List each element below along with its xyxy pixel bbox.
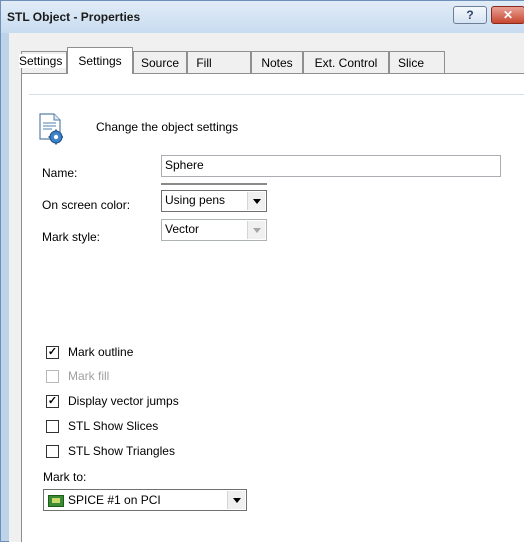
mark-style-value: Vector xyxy=(165,222,200,236)
stl-show-triangles-checkbox-row[interactable]: STL Show Triangles xyxy=(46,443,175,459)
screen-color-value: Using pens xyxy=(165,193,226,207)
stl-show-slices-checkbox[interactable] xyxy=(46,419,59,433)
screen-color-label: On screen color: xyxy=(42,198,131,212)
name-label: Name: xyxy=(42,166,78,180)
chevron-down-icon[interactable] xyxy=(227,491,245,509)
mark-fill-checkbox[interactable] xyxy=(46,369,59,383)
mark-outline-label: Mark outline xyxy=(68,345,134,359)
window-title: STL Object - Properties xyxy=(7,10,141,24)
stl-show-triangles-label: STL Show Triangles xyxy=(68,444,175,458)
name-input[interactable]: Sphere xyxy=(161,155,501,177)
tab-slice-label: Slice xyxy=(397,55,424,70)
mark-style-label: Mark style: xyxy=(42,230,101,244)
display-vector-jumps-label: Display vector jumps xyxy=(68,394,179,408)
stl-show-slices-checkbox-row[interactable]: STL Show Slices xyxy=(46,418,158,434)
chevron-down-icon[interactable] xyxy=(247,221,265,239)
pci-card-icon xyxy=(48,494,64,507)
document-settings-icon xyxy=(39,113,63,145)
mark-outline-checkbox[interactable]: ✓ xyxy=(46,345,59,359)
stl-show-slices-label: STL Show Slices xyxy=(68,419,159,433)
title-bar[interactable]: STL Object - Properties ? ✕ xyxy=(1,1,524,33)
help-button[interactable]: ? xyxy=(453,6,487,24)
mark-fill-label: Mark fill xyxy=(68,369,110,383)
settings-tab-panel xyxy=(21,73,524,542)
screen-color-divider xyxy=(161,183,267,185)
tab-slice[interactable]: Slice xyxy=(389,51,445,73)
close-button[interactable]: ✕ xyxy=(491,6,524,24)
screen-color-select[interactable]: Using pens xyxy=(161,190,267,212)
mark-to-label: Mark to: xyxy=(43,470,87,484)
mark-style-select[interactable]: Vector xyxy=(161,219,267,241)
properties-window: STL Object - Properties ? ✕ Profile Sett… xyxy=(0,0,524,542)
stl-show-triangles-checkbox[interactable] xyxy=(46,444,59,458)
dialog-client-area: Profile Settings Source Fill Notes Ext. … xyxy=(9,33,524,542)
mark-to-select[interactable]: SPICE #1 on PCI xyxy=(43,489,247,511)
tab-fill-label: Fill xyxy=(196,55,212,70)
display-vector-jumps-checkbox[interactable]: ✓ xyxy=(46,394,59,408)
tab-notes[interactable]: Notes xyxy=(251,51,303,73)
mark-to-value: SPICE #1 on PCI xyxy=(68,493,161,507)
tab-fill[interactable]: Fill xyxy=(187,51,251,73)
tab-ext-control[interactable]: Ext. Control xyxy=(303,51,389,73)
chevron-down-icon[interactable] xyxy=(247,192,265,210)
mark-fill-checkbox-row[interactable]: Mark fill xyxy=(46,368,109,384)
mark-to-value-wrap: SPICE #1 on PCI xyxy=(48,493,161,507)
settings-hint: Change the object settings xyxy=(96,120,239,134)
tab-source[interactable]: Source xyxy=(133,51,187,73)
display-vector-jumps-checkbox-row[interactable]: ✓ Display vector jumps xyxy=(46,393,179,409)
tab-settings[interactable]: Settings xyxy=(67,47,133,74)
settings-group-title: Settings xyxy=(19,54,67,68)
mark-outline-checkbox-row[interactable]: ✓ Mark outline xyxy=(46,344,133,360)
